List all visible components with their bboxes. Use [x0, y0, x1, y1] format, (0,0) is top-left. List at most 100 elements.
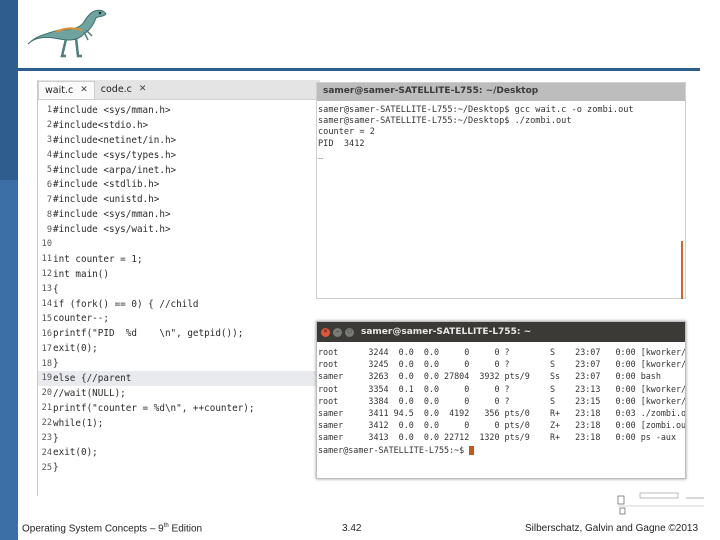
line-number: 21	[41, 403, 52, 414]
line-number: 24	[41, 447, 52, 458]
terminal-title: samer@samer-SATELLITE-L755: ~	[361, 327, 532, 337]
code-line[interactable]: 19 else {//parent	[38, 371, 320, 386]
prompt-text: samer@samer-SATELLITE-L755:~$	[318, 444, 470, 455]
process-row: root 3384 0.0 0.0 0 0 ? S 23:15 0:00 [kw…	[318, 395, 686, 406]
line-number: 4	[46, 150, 52, 161]
code-line[interactable]: 2 #include<stdio.h>	[38, 118, 320, 133]
terminal-line: samer@samer-SATELLITE-L755:~/Desktop$ ./…	[318, 116, 572, 127]
code-line[interactable]: 15 counter--;	[38, 311, 320, 326]
code-text: #include <stdlib.h>	[53, 179, 160, 191]
code-line[interactable]: 1 #include <sys/mman.h>	[38, 103, 320, 118]
code-text: #include <sys/mman.h>	[53, 209, 171, 221]
code-line[interactable]: 25}	[38, 460, 320, 475]
close-icon[interactable]: ✕	[321, 327, 330, 337]
terminal-output[interactable]: root 3244 0.0 0.0 0 0 ? S 23:07 0:00 [kw…	[317, 342, 685, 457]
line-number: 8	[46, 209, 52, 220]
code-line[interactable]: 20//wait(NULL);	[38, 386, 320, 401]
code-text: exit(0);	[53, 447, 98, 459]
terminal-window-ps[interactable]: ✕ – □ samer@samer-SATELLITE-L755: ~ root…	[316, 321, 686, 479]
code-text: if (fork() == 0) { //child	[53, 298, 199, 310]
line-number: 22	[41, 418, 52, 429]
code-text: #include <arpa/inet.h>	[53, 164, 177, 176]
code-line[interactable]: 6 #include <stdlib.h>	[38, 177, 320, 192]
code-line[interactable]: 21 printf("counter = %d\n", ++counter);	[38, 401, 320, 416]
code-line[interactable]: 9 #include <sys/wait.h>	[38, 222, 320, 237]
code-text: int main()	[53, 268, 109, 280]
tab-label: wait.c	[45, 85, 74, 96]
terminal-line: _	[318, 149, 324, 160]
maximize-icon[interactable]: □	[345, 327, 354, 337]
code-line[interactable]: 8 #include <sys/mman.h>	[38, 207, 320, 222]
code-editor[interactable]: wait.c ✕ code.c ✕ 1 #include <sys/mman.h>…	[37, 80, 320, 496]
line-number: 18	[41, 358, 52, 369]
line-number: 15	[41, 313, 52, 324]
code-text: }	[53, 432, 59, 444]
terminal-line: PID 3412	[318, 138, 365, 149]
terminal-window-build[interactable]: samer@samer-SATELLITE-L755: ~/Desktop sa…	[316, 82, 686, 299]
process-row: root 3244 0.0 0.0 0 0 ? S 23:07 0:00 [kw…	[318, 347, 686, 357]
line-number: 19	[41, 373, 52, 384]
code-text: printf("counter = %d\n", ++counter);	[53, 402, 255, 414]
line-number: 9	[46, 224, 52, 235]
scrollbar[interactable]	[681, 241, 683, 299]
line-number: 20	[41, 388, 52, 399]
code-text: {	[53, 283, 59, 295]
terminal-titlebar: ✕ – □ samer@samer-SATELLITE-L755: ~	[317, 322, 685, 342]
line-number: 14	[41, 299, 52, 310]
footer-diagram	[617, 492, 704, 515]
code-line[interactable]: 12 int main()	[38, 267, 320, 282]
code-line[interactable]: 10	[38, 237, 320, 252]
terminal-line: samer@samer-SATELLITE-L755:~/Desktop$ gc…	[318, 105, 634, 115]
tab-code-c[interactable]: code.c ✕	[95, 81, 153, 99]
line-number: 5	[46, 165, 52, 175]
code-line[interactable]: 14 if (fork() == 0) { //child	[38, 297, 320, 312]
code-line[interactable]: 4 #include <sys/types.h>	[38, 148, 320, 163]
tab-wait-c[interactable]: wait.c ✕	[38, 81, 95, 99]
process-row: samer 3413 0.0 0.0 22712 1320 pts/9 R+ 2…	[318, 432, 676, 443]
line-number: 2	[46, 120, 52, 131]
code-text: #include<stdio.h>	[53, 119, 149, 131]
process-row: root 3354 0.1 0.0 0 0 ? S 23:13 0:00 [kw…	[318, 383, 686, 394]
close-icon[interactable]: ✕	[139, 84, 147, 94]
line-number: 3	[46, 135, 52, 146]
code-line[interactable]: 18}	[38, 356, 320, 371]
line-number: 7	[46, 194, 52, 205]
close-icon[interactable]: ✕	[80, 85, 88, 95]
code-text: counter--;	[53, 313, 109, 325]
line-number: 1	[46, 105, 52, 116]
code-text: #include <sys/wait.h>	[53, 224, 171, 236]
code-line[interactable]: 7 #include <unistd.h>	[38, 192, 320, 207]
code-line[interactable]: 16 printf("PID %d \n", getpid());	[38, 326, 320, 341]
code-line[interactable]: 5 #include <arpa/inet.h>	[38, 163, 320, 178]
code-text: #include<netinet/in.h>	[53, 134, 177, 146]
dinosaur-logo	[27, 9, 107, 58]
shell-prompt[interactable]: samer@samer-SATELLITE-L755:~$	[318, 445, 685, 457]
code-line[interactable]: 3 #include<netinet/in.h>	[38, 133, 320, 148]
footer-page-number: 3.42	[342, 523, 362, 534]
code-line[interactable]: 17 exit(0);	[38, 341, 320, 356]
process-row: samer 3263 0.0 0.0 27804 3932 pts/9 Ss 2…	[318, 371, 661, 382]
process-row: root 3245 0.0 0.0 0 0 ? S 23:07 0:00 [kw…	[318, 359, 686, 370]
code-area[interactable]: 1 #include <sys/mman.h> 2 #include<stdio.h>…	[38, 100, 320, 475]
line-number: 11	[41, 254, 52, 265]
line-number: 6	[46, 179, 52, 190]
code-text: #include <sys/mman.h>	[53, 104, 171, 116]
code-line[interactable]: 13{	[38, 282, 320, 297]
code-line[interactable]: 24 exit(0);	[38, 445, 320, 460]
code-text: else {//parent	[53, 372, 132, 384]
code-line[interactable]: 11 int counter = 1;	[38, 252, 320, 267]
code-text: #include <sys/types.h>	[53, 149, 177, 161]
code-line[interactable]: 23}	[38, 431, 320, 446]
template-header-rule	[18, 68, 700, 71]
editor-tab-bar: wait.c ✕ code.c ✕	[38, 80, 320, 100]
cursor	[469, 445, 475, 455]
line-number: 10	[41, 239, 52, 250]
minimize-icon[interactable]: –	[333, 327, 342, 337]
code-line[interactable]: 22 while(1);	[38, 416, 320, 431]
terminal-output[interactable]: samer@samer-SATELLITE-L755:~/Desktop$ gc…	[317, 101, 685, 161]
code-text: }	[53, 358, 59, 370]
terminal-title: samer@samer-SATELLITE-L755: ~/Desktop	[317, 83, 685, 101]
line-number: 25	[41, 462, 52, 473]
template-left-bar	[0, 0, 18, 540]
line-number: 16	[41, 328, 52, 339]
